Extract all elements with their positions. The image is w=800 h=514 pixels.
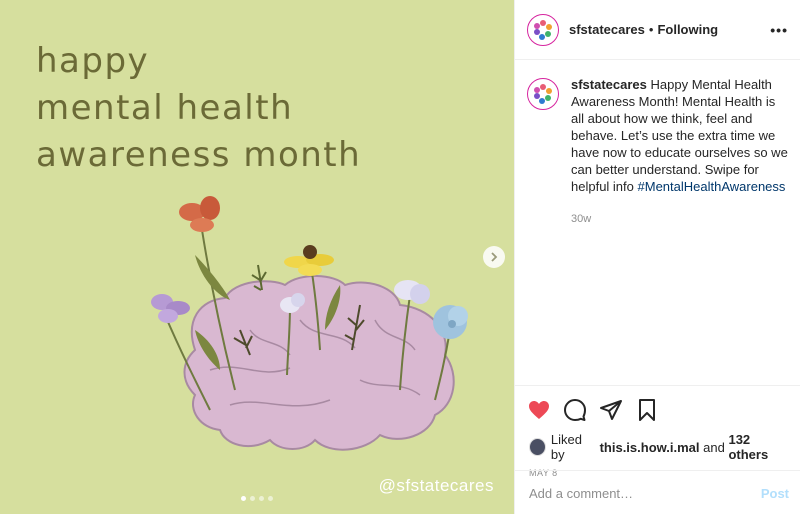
yellow-flower — [284, 245, 334, 276]
post-side-panel: sfstatecares • Following ••• sfstatecare… — [514, 0, 800, 514]
liked-by-and: and — [703, 439, 725, 455]
caption-text: Happy Mental Health Awareness Month! Men… — [571, 77, 788, 194]
heart-filled-icon[interactable] — [527, 398, 551, 422]
sfstatecares-logo-icon — [534, 84, 552, 104]
carousel-dot — [259, 496, 264, 501]
liked-by-user[interactable]: this.is.how.i.mal — [600, 440, 700, 455]
liked-by-others[interactable]: 132 others — [728, 432, 789, 462]
carousel-dot — [268, 496, 273, 501]
blue-flower — [433, 305, 468, 339]
header-username[interactable]: sfstatecares — [569, 22, 645, 37]
share-icon[interactable] — [599, 398, 623, 422]
liked-by: Liked by this.is.how.i.mal and 132 other… — [515, 426, 800, 462]
following-button[interactable]: Following — [657, 22, 718, 37]
post-actions: Liked by this.is.how.i.mal and 132 other… — [515, 385, 800, 514]
post-button[interactable]: Post — [761, 486, 789, 501]
bookmark-icon[interactable] — [635, 398, 659, 422]
post-media[interactable]: happy mental health awareness month @sfs… — [0, 0, 514, 514]
headline-line-1: happy — [36, 41, 150, 81]
white-flower — [394, 280, 430, 304]
media-watermark: @sfstatecares — [378, 476, 494, 495]
sfstatecares-logo-icon — [534, 19, 552, 40]
liker-avatar[interactable] — [529, 438, 546, 456]
caption-username[interactable]: sfstatecares — [571, 77, 647, 92]
carousel-dot — [250, 496, 255, 501]
action-icons — [515, 386, 800, 426]
next-slide-button[interactable] — [483, 246, 505, 268]
post-header: sfstatecares • Following ••• — [515, 0, 800, 60]
orange-flower — [179, 196, 220, 232]
liked-by-prefix: Liked by — [550, 432, 582, 462]
comment-icon[interactable] — [563, 398, 587, 422]
more-options-icon[interactable]: ••• — [770, 22, 788, 38]
caption-hashtag[interactable]: #MentalHealthAwareness — [638, 179, 786, 194]
caption-text-block: sfstatecares Happy Mental Health Awarene… — [571, 76, 788, 228]
add-comment-bar: Post — [515, 470, 800, 514]
avatar[interactable] — [527, 78, 559, 110]
caption: sfstatecares Happy Mental Health Awarene… — [515, 60, 800, 228]
media-headline: happy mental health awareness month — [36, 38, 361, 179]
carousel-indicator — [241, 496, 273, 501]
brain-shape — [183, 275, 455, 451]
comment-input[interactable] — [529, 486, 761, 501]
headline-line-2: mental health — [36, 88, 294, 128]
caption-age: 30w — [571, 213, 592, 225]
chevron-right-icon — [491, 252, 498, 262]
separator: • — [648, 22, 654, 37]
avatar[interactable] — [527, 13, 559, 46]
purple-flower — [151, 294, 190, 323]
carousel-dot — [241, 496, 246, 501]
headline-line-3: awareness month — [36, 135, 362, 175]
brain-flowers-illustration — [151, 196, 468, 451]
